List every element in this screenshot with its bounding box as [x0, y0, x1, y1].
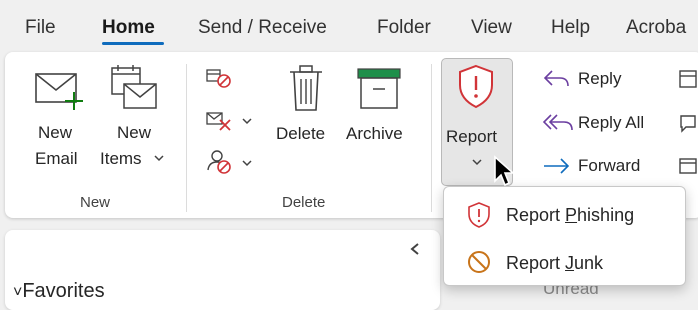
group-label-delete: Delete — [282, 194, 326, 211]
chevron-down-icon — [242, 118, 252, 125]
archive-icon — [357, 68, 401, 109]
reply-all-icon — [542, 114, 573, 131]
teams-chat-icon[interactable] — [678, 112, 698, 134]
tab-send-receive[interactable]: Send / Receive — [198, 17, 327, 39]
forward-label: Forward — [578, 156, 641, 175]
block-icon — [468, 251, 490, 273]
new-items-label-line2: Items — [100, 149, 142, 168]
tab-acrobat[interactable]: Acroba — [626, 17, 686, 39]
group-separator — [431, 64, 432, 212]
shield-alert-icon — [459, 64, 493, 109]
cleanup-icon — [206, 112, 231, 131]
junk-user-icon — [207, 150, 231, 174]
archive-label: Archive — [346, 124, 403, 143]
junk-button[interactable] — [204, 148, 254, 176]
report-junk-label: Report Junk — [506, 253, 603, 274]
folder-pane: ˅Favorites — [5, 230, 440, 310]
reply-all-label: Reply All — [578, 113, 645, 132]
report-phishing-item[interactable]: Report Phishing — [444, 192, 685, 236]
forward-button[interactable]: Forward — [542, 153, 662, 179]
delete-label: Delete — [276, 124, 326, 143]
tab-help[interactable]: Help — [551, 17, 590, 39]
reply-all-button[interactable]: Reply All — [542, 110, 662, 136]
forward-icon — [544, 158, 570, 174]
delete-button[interactable]: Delete — [270, 64, 342, 184]
mouse-cursor-icon — [494, 155, 516, 187]
new-items-label-line1: New — [117, 123, 152, 142]
reply-icon — [543, 70, 569, 87]
tab-home-underline — [102, 42, 164, 45]
report-dropdown-menu: Report Phishing Report Junk — [443, 186, 686, 286]
new-email-button[interactable]: New Email — [30, 66, 90, 186]
tab-view[interactable]: View — [471, 17, 512, 39]
tab-file[interactable]: File — [25, 17, 56, 39]
group-separator — [186, 64, 187, 212]
report-junk-item[interactable]: Report Junk — [444, 240, 685, 284]
meeting-icon[interactable] — [678, 68, 698, 90]
chevron-down-icon: ˅ — [13, 284, 23, 301]
chevron-down-icon — [242, 160, 252, 167]
report-junk-accelerator: J — [565, 253, 575, 273]
chevron-down-icon — [472, 159, 482, 166]
new-email-icon — [35, 73, 83, 110]
collapse-pane-icon[interactable] — [409, 242, 421, 256]
tab-home[interactable]: Home — [102, 17, 155, 39]
report-phishing-accelerator: P — [565, 205, 578, 225]
report-phishing-label-prefix: Report — [506, 205, 566, 225]
favorites-header[interactable]: ˅Favorites — [13, 280, 105, 303]
chevron-down-icon — [154, 155, 164, 162]
new-email-label-line2: Email — [35, 149, 78, 168]
trash-icon — [290, 65, 322, 111]
cleanup-button[interactable] — [204, 108, 254, 134]
new-items-icon — [111, 65, 157, 109]
report-junk-label-suffix: unk — [574, 253, 604, 273]
group-label-new: New — [80, 194, 111, 211]
shield-alert-icon — [468, 202, 490, 228]
tab-folder[interactable]: Folder — [377, 17, 431, 39]
report-junk-label-prefix: Report — [506, 253, 566, 273]
ignore-icon[interactable] — [206, 67, 234, 89]
new-items-button[interactable]: New Items — [98, 62, 170, 186]
more-respond-icon[interactable] — [678, 156, 698, 178]
new-email-label-line1: New — [38, 123, 73, 142]
report-phishing-label: Report Phishing — [506, 205, 634, 226]
reply-button[interactable]: Reply — [542, 66, 642, 92]
archive-button[interactable]: Archive — [344, 64, 416, 184]
report-phishing-label-suffix: hishing — [577, 205, 635, 225]
report-label: Report — [446, 127, 498, 146]
favorites-label: Favorites — [22, 280, 105, 302]
reply-label: Reply — [578, 69, 622, 88]
